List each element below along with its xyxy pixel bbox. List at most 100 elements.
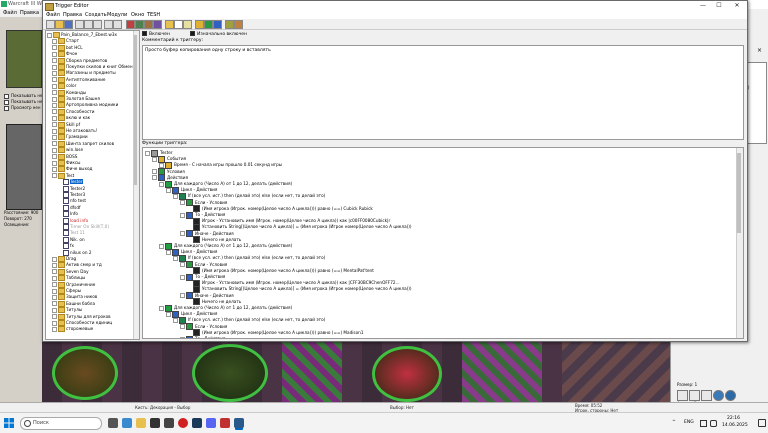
tree-folder-item[interactable]: Покупки скилов и книг Обмен предм — [46, 64, 139, 70]
expand-toggle-icon[interactable] — [52, 77, 57, 83]
tree-folder-item[interactable]: вклю и как — [46, 115, 139, 122]
expand-toggle-icon[interactable] — [52, 314, 57, 320]
map-canvas[interactable] — [42, 340, 670, 402]
tree-folder-item[interactable]: Не атаковать! — [46, 128, 139, 134]
terrain-editor-icon[interactable] — [126, 20, 135, 29]
tree-folder-item[interactable]: Защита ников — [46, 294, 139, 301]
expand-toggle-icon[interactable] — [52, 288, 57, 294]
tree-folder-item[interactable]: win.lose — [46, 147, 139, 154]
expand-toggle-icon[interactable] — [152, 175, 157, 181]
edge-icon[interactable] — [122, 418, 132, 428]
expand-toggle-icon[interactable] — [52, 154, 57, 160]
tree-trigger-item[interactable]: Info — [46, 211, 139, 218]
tree-trigger-item[interactable]: nfo test — [46, 198, 139, 205]
expand-toggle-icon[interactable] — [180, 274, 185, 280]
new-action-icon[interactable] — [213, 20, 222, 29]
brush-size-3-button[interactable] — [701, 390, 712, 401]
tree-folder-item[interactable]: Seven Day — [46, 268, 139, 275]
panel-close-icon[interactable]: × — [757, 47, 762, 54]
expand-toggle-icon[interactable] — [52, 134, 57, 140]
bg-menu-edit[interactable]: Правка — [20, 10, 39, 16]
expand-toggle-icon[interactable] — [180, 212, 185, 218]
menu-modules[interactable]: Модули — [107, 12, 127, 18]
tree-folder-item[interactable]: Грамарии — [46, 134, 139, 141]
initially-enabled-checkbox[interactable]: Изначально включен — [190, 31, 247, 37]
tree-folder-item[interactable]: Титулы — [46, 307, 139, 314]
menu-window[interactable]: Окно — [131, 12, 144, 18]
copy-icon[interactable] — [84, 20, 93, 29]
expand-toggle-icon[interactable] — [166, 187, 171, 193]
expand-toggle-icon[interactable] — [173, 255, 178, 261]
tree-trigger-item[interactable]: load info — [46, 217, 139, 224]
redo-icon[interactable] — [113, 20, 122, 29]
tray-chevron-icon[interactable]: ^ — [672, 420, 676, 425]
new-category-icon[interactable] — [165, 20, 174, 29]
opera-icon[interactable] — [178, 418, 188, 428]
expand-toggle-icon[interactable] — [47, 32, 52, 38]
expand-toggle-icon[interactable] — [52, 320, 57, 326]
tree-scrollbar-thumb[interactable] — [134, 35, 137, 185]
expand-toggle-icon[interactable] — [52, 256, 57, 262]
expand-toggle-icon[interactable] — [145, 150, 150, 156]
test-map-icon[interactable] — [234, 20, 243, 29]
tree-folder-item[interactable]: Магазины и предметы — [46, 70, 139, 77]
menu-file[interactable]: Файл — [46, 12, 60, 18]
tree-folder-item[interactable]: Старт — [46, 38, 139, 45]
expand-toggle-icon[interactable] — [52, 166, 57, 172]
tree-trigger-item[interactable]: Tester2 — [46, 185, 139, 192]
new-icon[interactable] — [46, 20, 55, 29]
maximize-icon[interactable]: ☐ — [711, 2, 727, 10]
trigger-editor-titlebar[interactable]: Trigger Editor — ☐ ✕ — [43, 1, 747, 11]
brush-size-5-button[interactable] — [725, 390, 736, 401]
undo-icon[interactable] — [104, 20, 113, 29]
tree-trigger-item[interactable]: Tester — [46, 179, 139, 186]
warcraft-editor-icon[interactable] — [234, 418, 244, 428]
expand-toggle-icon[interactable] — [52, 282, 57, 288]
expand-toggle-icon[interactable] — [180, 336, 185, 338]
new-condition-icon[interactable] — [204, 20, 213, 29]
discord-icon[interactable] — [206, 418, 216, 428]
expand-toggle-icon[interactable] — [173, 317, 178, 323]
volume-icon[interactable] — [710, 420, 717, 427]
expand-toggle-icon[interactable] — [180, 231, 185, 237]
ability-editor-icon[interactable] — [153, 20, 162, 29]
tree-folder-item[interactable]: Титулы для игроков — [46, 313, 139, 320]
bg-check-2[interactable]: Показывать не — [4, 99, 42, 105]
tree-folder-item[interactable]: Skill pf — [46, 121, 139, 128]
tree-folder-item[interactable]: Способности единиц — [46, 320, 139, 326]
new-comment-icon[interactable] — [183, 20, 192, 29]
tree-folder-item[interactable]: Drag — [46, 256, 139, 262]
close-icon[interactable]: ✕ — [729, 2, 745, 10]
expand-toggle-icon[interactable] — [166, 249, 171, 255]
tree-folder-item[interactable]: Актив смер и тд — [46, 262, 139, 269]
steam-icon[interactable] — [192, 418, 202, 428]
paste-icon[interactable] — [93, 20, 102, 29]
bg-menu-file[interactable]: Файл — [3, 10, 17, 16]
minimize-icon[interactable]: — — [695, 2, 711, 10]
tree-folder-item[interactable]: Ограничение — [46, 281, 139, 288]
bg-check-3[interactable]: Просмотр нен — [4, 105, 41, 111]
expand-toggle-icon[interactable] — [52, 269, 57, 275]
network-icon[interactable] — [700, 420, 707, 427]
menu-create[interactable]: Создать — [85, 12, 107, 18]
tree-trigger-item[interactable]: Tester3 — [46, 192, 139, 198]
tree-folder-item[interactable]: Фчон — [46, 51, 139, 58]
tree-folder-item[interactable]: Фиксы — [46, 160, 139, 166]
language-indicator[interactable]: ENG — [684, 420, 694, 425]
item-editor-icon[interactable] — [144, 20, 153, 29]
expand-toggle-icon[interactable] — [180, 293, 185, 299]
expand-toggle-icon[interactable] — [52, 160, 57, 166]
tree-trigger-item[interactable]: fx — [46, 243, 139, 250]
tree-folder-item[interactable]: bot HCL — [46, 44, 139, 51]
tree-folder-item[interactable]: Золотая Башня — [46, 96, 139, 102]
expand-toggle-icon[interactable] — [52, 64, 57, 70]
expand-toggle-icon[interactable] — [180, 262, 185, 268]
terminal-icon[interactable] — [150, 418, 160, 428]
expand-toggle-icon[interactable] — [52, 58, 57, 64]
tree-trigger-item[interactable]: Test 11 — [46, 230, 139, 237]
tree-folder-item[interactable]: Антиптолкивание — [46, 76, 139, 83]
brush-size-1-button[interactable] — [677, 390, 688, 401]
tree-folder-item[interactable]: Pain_Balance_7_Ebest.w3x — [46, 32, 136, 38]
expand-toggle-icon[interactable] — [52, 38, 57, 44]
function-row[interactable]: То - Действия — [180, 335, 225, 338]
